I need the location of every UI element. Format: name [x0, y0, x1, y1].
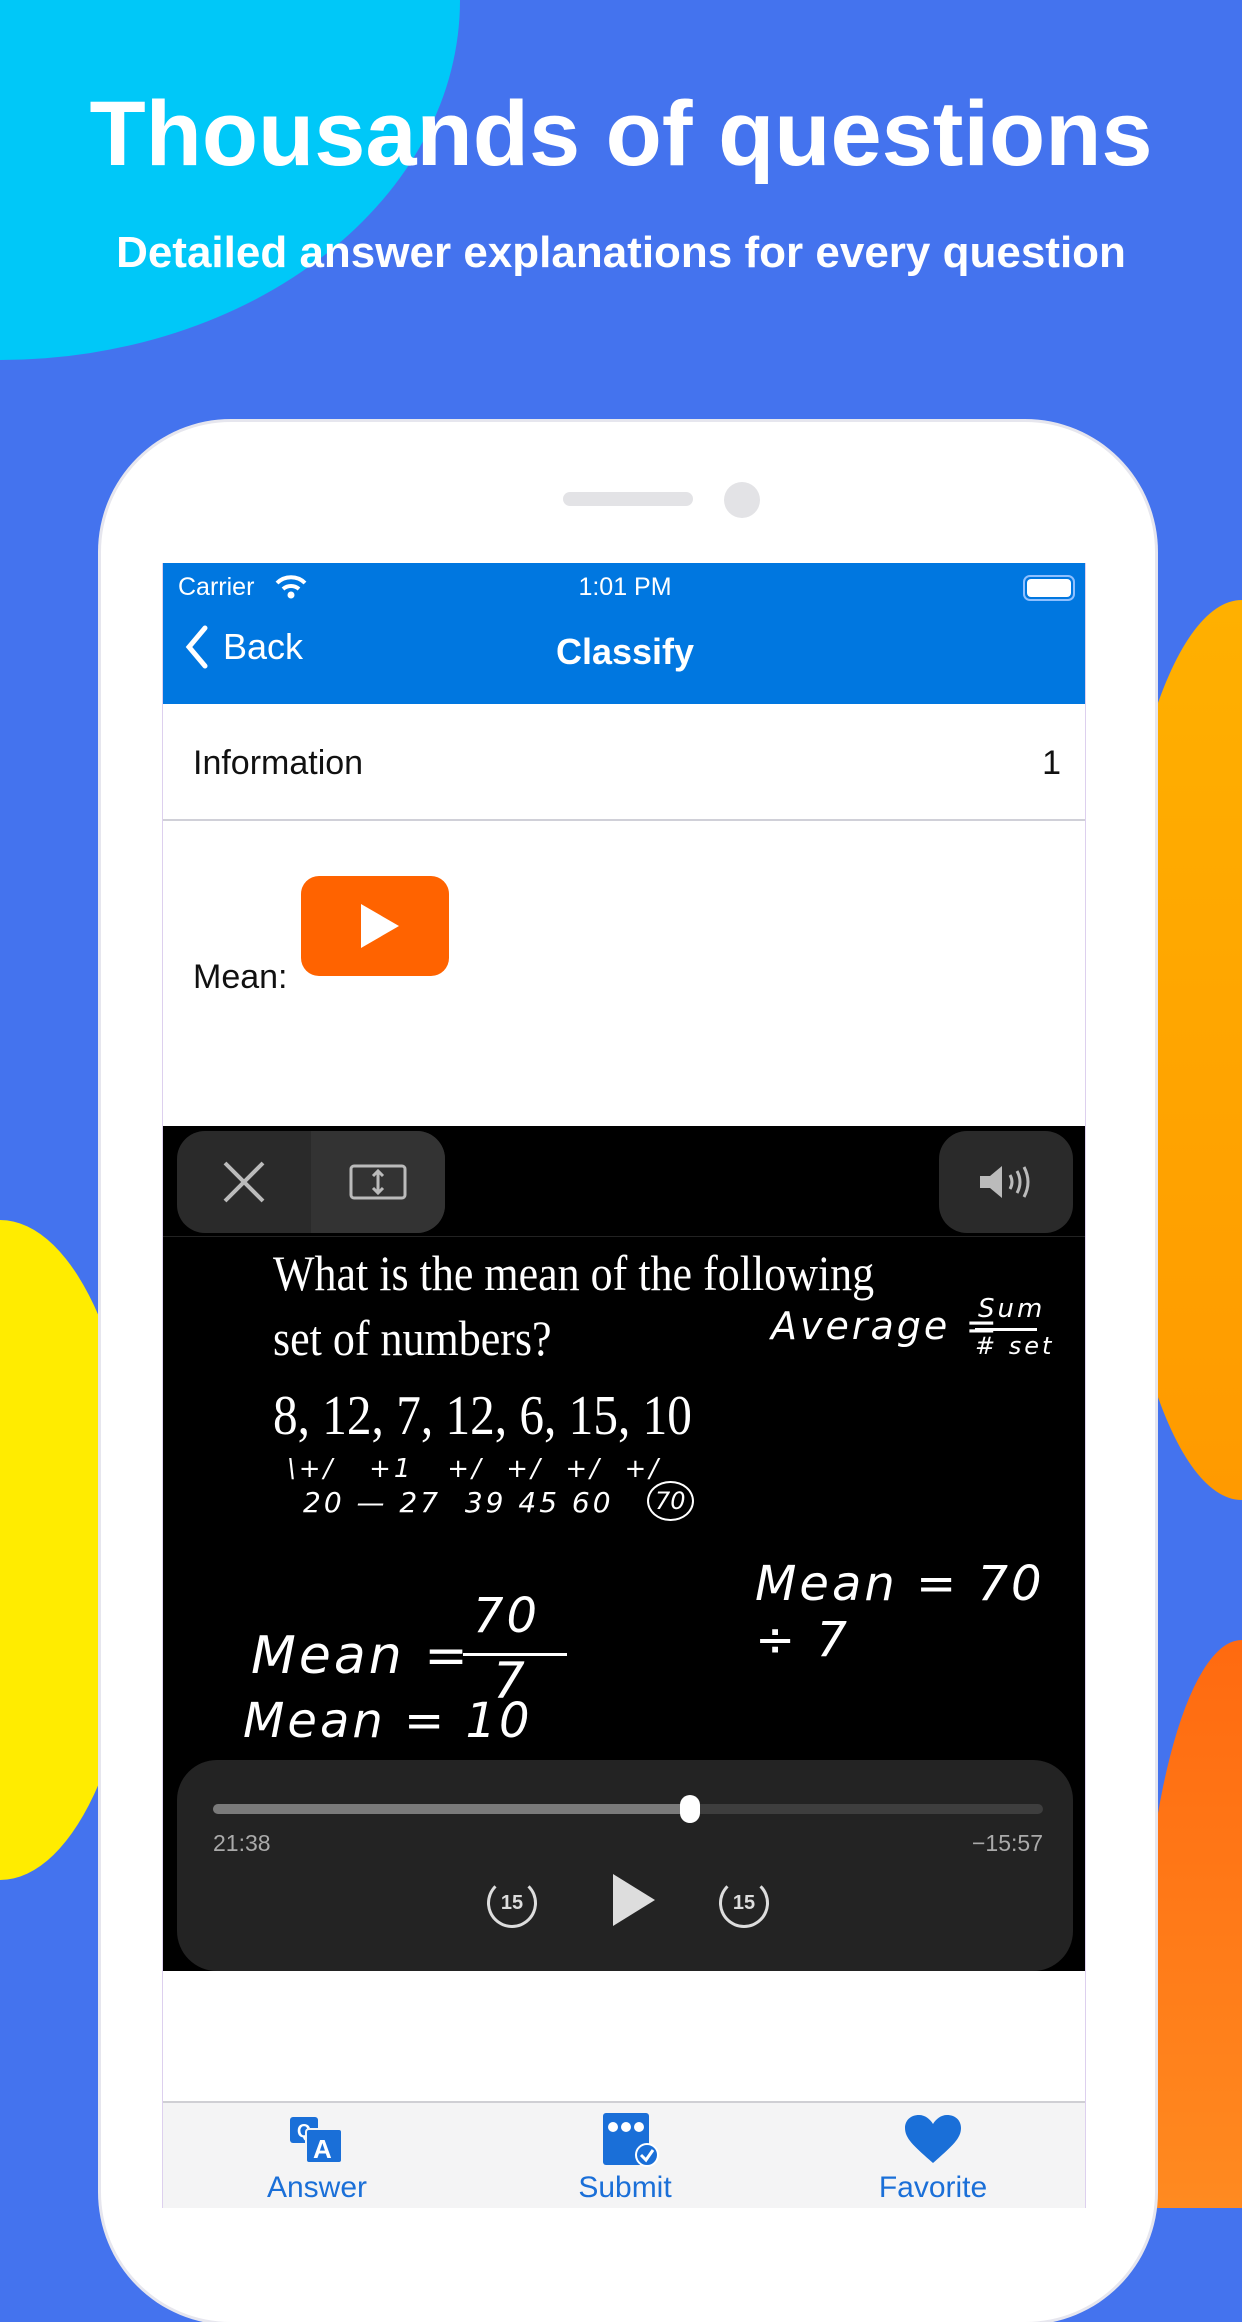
video-top-controls: [177, 1131, 445, 1233]
video-player[interactable]: What is the mean of the following set of…: [163, 1126, 1085, 1971]
skip-forward-15-button[interactable]: 15: [719, 1878, 769, 1928]
hand-sum: Sum: [978, 1294, 1046, 1324]
information-label: Information: [193, 744, 364, 782]
skip-back-label: 15: [500, 1891, 524, 1914]
mean-label: Mean:: [193, 958, 288, 996]
video-number-set: 8, 12, 7, 12, 6, 15, 10: [273, 1385, 692, 1447]
tab-bar: QA Answer Submit Favorite: [163, 2101, 1085, 2208]
hand-mean-division: Mean = 70 ÷ 7: [755, 1556, 1045, 1668]
submit-check-icon: [603, 2113, 659, 2167]
promo-headline: Thousands of questions: [89, 83, 1153, 185]
video-play-button[interactable]: [301, 876, 449, 976]
close-icon: [223, 1161, 265, 1203]
elapsed-time: 21:38: [213, 1830, 271, 1856]
hand-set: # set: [975, 1332, 1055, 1360]
hand-plus-row: \+/ +1 +/ +/ +/ +/: [287, 1454, 661, 1484]
tab-answer[interactable]: QA Answer: [163, 2103, 471, 2208]
remaining-time: −15:57: [972, 1830, 1043, 1856]
video-question-line2: set of numbers?: [273, 1310, 552, 1366]
hand-total-circled: 70: [647, 1481, 694, 1521]
tab-favorite-label: Favorite: [878, 2171, 988, 2204]
volume-button[interactable]: [939, 1131, 1073, 1233]
top-bar: Carrier 1:01 PM Back Classify: [163, 563, 1085, 704]
play-icon: [361, 904, 399, 948]
tab-favorite[interactable]: Favorite: [779, 2103, 1085, 2208]
bg-orangered-shape: [1140, 1640, 1242, 2208]
battery-icon: [1023, 575, 1075, 601]
play-icon[interactable]: [607, 1870, 657, 1930]
progress-slider[interactable]: [213, 1795, 1043, 1823]
resize-video-button[interactable]: [311, 1131, 445, 1233]
hand-fraction-numerator: 70: [473, 1588, 541, 1644]
video-question-line1: What is the mean of the following: [273, 1245, 875, 1301]
information-count: 1: [1042, 744, 1061, 782]
aspect-ratio-icon: [349, 1164, 407, 1200]
phone-speaker: [563, 492, 693, 506]
hand-mean-fraction-label: Mean =: [251, 1626, 471, 1686]
hand-mean-result: Mean = 10: [243, 1693, 533, 1749]
page-title: Classify: [555, 631, 695, 672]
promo-subheadline: Detailed answer explanations for every q…: [116, 228, 1126, 277]
heart-icon: [905, 2115, 961, 2163]
skip-back-15-button[interactable]: 15: [487, 1878, 537, 1928]
hand-partial-sums: 20 — 27 39 45 60: [303, 1486, 614, 1519]
playback-controls: 21:38 −15:57 15 15: [177, 1760, 1073, 1971]
status-time: 1:01 PM: [578, 573, 672, 601]
app-screen: Carrier 1:01 PM Back Classify Informatio…: [162, 563, 1086, 2208]
progress-thumb[interactable]: [680, 1795, 701, 1823]
hand-average: Average =: [771, 1304, 1001, 1348]
tab-submit[interactable]: Submit: [471, 2103, 779, 2208]
svg-text:A: A: [313, 2134, 332, 2163]
qa-icon: QA: [290, 2117, 343, 2163]
close-video-button[interactable]: [177, 1131, 311, 1233]
progress-fill: [213, 1804, 691, 1814]
skip-forward-label: 15: [732, 1891, 756, 1914]
information-row: Information 1: [163, 704, 1085, 821]
speaker-volume-icon: [980, 1166, 1030, 1198]
phone-camera: [724, 482, 760, 518]
tab-submit-label: Submit: [578, 2171, 672, 2204]
tab-answer-label: Answer: [266, 2171, 368, 2204]
